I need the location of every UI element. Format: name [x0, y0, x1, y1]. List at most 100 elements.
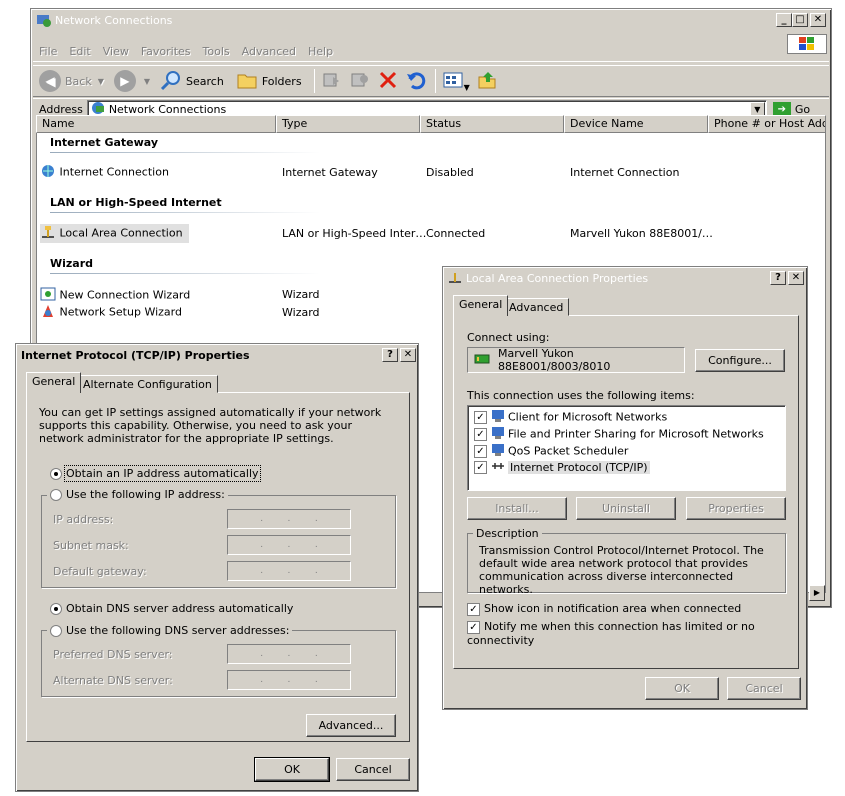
alternate-dns-input[interactable]: ...	[227, 670, 351, 690]
cancel-button[interactable]: Cancel	[336, 758, 410, 781]
lac-properties-dialog: Local Area Connection Properties ? ✕ Gen…	[442, 266, 808, 710]
group-divider	[50, 273, 320, 274]
views-icon[interactable]: ▼	[442, 70, 470, 93]
search-button[interactable]: Search	[160, 69, 224, 94]
use-dns-radio[interactable]: Use the following DNS server addresses:	[47, 624, 293, 637]
cancel-button[interactable]: Cancel	[727, 677, 801, 700]
item-checkbox[interactable]: ✓	[474, 445, 487, 458]
forward-button[interactable]: ▶ ▼	[113, 70, 150, 92]
back-button[interactable]: ◀ Back ▼	[39, 70, 104, 92]
close-button[interactable]: ✕	[810, 13, 826, 27]
copy-to-icon[interactable]	[349, 69, 371, 94]
items-listbox[interactable]: ✓ Client for Microsoft Networks ✓ File and…	[467, 405, 786, 491]
toolbar-separator-2	[434, 69, 436, 93]
preferred-dns-input[interactable]: ...	[227, 644, 351, 664]
group-internet-gateway: Internet Gateway	[50, 136, 159, 149]
menu-favorites[interactable]: Favorites	[141, 45, 191, 58]
menu-tools[interactable]: Tools	[203, 45, 230, 58]
group-divider	[50, 152, 320, 153]
tab-alternate-configuration[interactable]: Alternate Configuration	[77, 375, 218, 393]
list-item[interactable]: Internet Connection	[40, 163, 169, 182]
ip-address-label: IP address:	[53, 513, 114, 526]
lac-titlebar[interactable]: Local Area Connection Properties	[445, 269, 805, 287]
search-icon	[160, 69, 182, 94]
obtain-ip-radio[interactable]: Obtain an IP address automatically	[50, 465, 261, 482]
network-window-titlebar[interactable]: Network Connections	[33, 11, 829, 29]
forward-dropdown-icon[interactable]: ▼	[144, 77, 150, 86]
list-item[interactable]: ✓ Client for Microsoft Networks	[474, 409, 667, 426]
group-divider	[50, 212, 320, 213]
move-to-icon[interactable]	[321, 69, 343, 94]
ip-address-input[interactable]: ...	[227, 509, 351, 529]
help-button[interactable]: ?	[382, 348, 398, 362]
minimize-button[interactable]: _	[776, 13, 792, 27]
connect-using-label: Connect using:	[467, 331, 550, 344]
column-phone-host[interactable]: Phone # or Host Address	[708, 115, 826, 133]
alternate-dns-label: Alternate DNS server:	[53, 674, 173, 687]
list-item[interactable]: ✓ File and Printer Sharing for Microsoft …	[474, 426, 764, 443]
column-status[interactable]: Status	[420, 115, 564, 133]
help-button[interactable]: ?	[770, 271, 786, 285]
item-status: Connected	[426, 227, 486, 240]
show-icon-checkbox[interactable]: ✓ Show icon in notification area when con…	[467, 602, 741, 616]
configure-button[interactable]: Configure...	[695, 349, 785, 372]
item-checkbox[interactable]: ✓	[474, 428, 487, 441]
file-sharing-icon	[491, 426, 505, 443]
tab-general[interactable]: General	[26, 372, 82, 393]
menu-view[interactable]: View	[103, 45, 129, 58]
menu-help[interactable]: Help	[308, 45, 333, 58]
use-ip-radio[interactable]: Use the following IP address:	[47, 488, 228, 501]
preferred-dns-label: Preferred DNS server:	[53, 648, 173, 661]
item-checkbox[interactable]: ✓	[474, 461, 487, 474]
lan-connection-icon	[448, 270, 462, 287]
folders-button[interactable]: Folders	[236, 70, 302, 93]
column-name[interactable]: Name	[36, 115, 276, 133]
undo-icon[interactable]	[405, 69, 427, 94]
list-item[interactable]: Local Area Connection	[40, 224, 189, 243]
menu-advanced[interactable]: Advanced	[242, 45, 296, 58]
menu-edit[interactable]: Edit	[69, 45, 90, 58]
advanced-button[interactable]: Advanced...	[306, 714, 396, 737]
list-header: Name Type Status Device Name Phone # or …	[36, 115, 826, 133]
menu-bar: File Edit View Favorites Tools Advanced …	[33, 42, 829, 62]
scroll-right-button[interactable]: ▶	[809, 585, 825, 601]
back-dropdown-icon[interactable]: ▼	[98, 77, 104, 86]
tcpip-properties-dialog: Internet Protocol (TCP/IP) Properties ? …	[15, 343, 419, 792]
subnet-mask-input[interactable]: ...	[227, 535, 351, 555]
windows-logo-icon	[787, 34, 827, 54]
delete-icon[interactable]	[377, 69, 399, 94]
network-card-icon	[474, 353, 490, 368]
item-device: Internet Connection	[570, 166, 680, 179]
maximize-button[interactable]: □	[792, 13, 808, 27]
items-label: This connection uses the following items…	[467, 389, 695, 402]
menu-file[interactable]: File	[39, 45, 57, 58]
description-text: Transmission Control Protocol/Internet P…	[479, 544, 764, 596]
description-label: Description	[473, 527, 542, 540]
install-button[interactable]: Install...	[467, 497, 567, 520]
tab-advanced[interactable]: Advanced	[503, 298, 570, 316]
ok-button[interactable]: OK	[645, 677, 719, 700]
network-window-title: Network Connections	[55, 13, 173, 27]
list-item[interactable]: ✓ QoS Packet Scheduler	[474, 443, 628, 460]
tcpip-titlebar[interactable]: Internet Protocol (TCP/IP) Properties	[18, 346, 416, 364]
toolbar-separator	[313, 69, 315, 93]
obtain-dns-radio[interactable]: Obtain DNS server address automatically	[50, 602, 293, 615]
properties-button[interactable]: Properties	[686, 497, 786, 520]
item-checkbox[interactable]: ✓	[474, 411, 487, 424]
column-device-name[interactable]: Device Name	[564, 115, 708, 133]
list-item[interactable]: ✓ Internet Protocol (TCP/IP)	[474, 459, 650, 476]
adapter-field: Marvell Yukon 88E8001/8003/8010	[467, 347, 685, 373]
intro-text: You can get IP settings assigned automat…	[39, 406, 382, 445]
list-item[interactable]: Network Setup Wizard	[40, 303, 182, 322]
item-type: Wizard	[282, 306, 320, 319]
notify-checkbox[interactable]: ✓ Notify me when this connection has limi…	[467, 620, 807, 647]
up-folder-icon[interactable]	[476, 69, 498, 94]
close-button[interactable]: ✕	[788, 271, 804, 285]
group-wizard: Wizard	[50, 257, 94, 270]
column-type[interactable]: Type	[276, 115, 420, 133]
ok-button[interactable]: OK	[254, 757, 330, 782]
uninstall-button[interactable]: Uninstall	[576, 497, 676, 520]
default-gateway-input[interactable]: ...	[227, 561, 351, 581]
tab-general[interactable]: General	[453, 295, 509, 316]
close-button[interactable]: ✕	[400, 348, 416, 362]
